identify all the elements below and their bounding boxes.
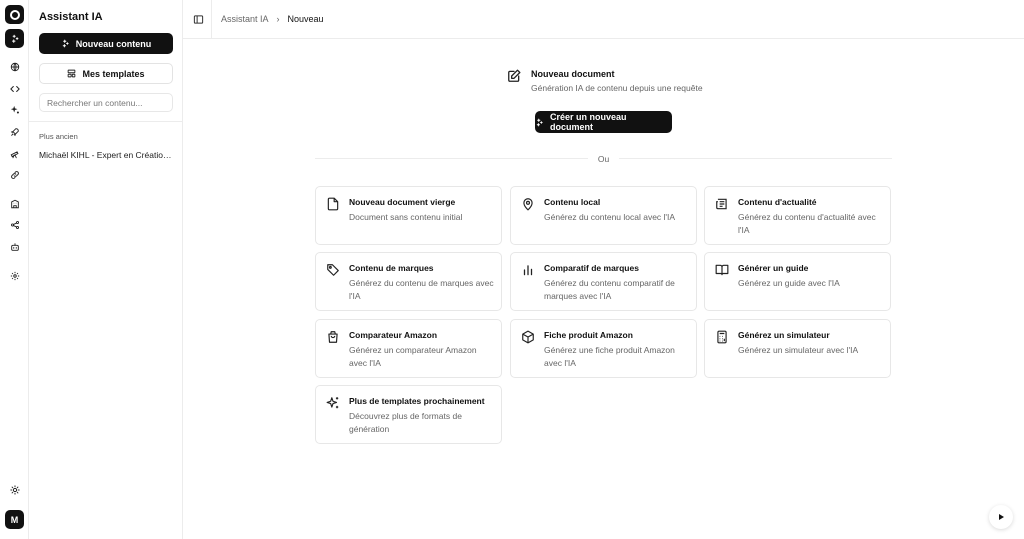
history-item[interactable]: Michaël KIHL - Expert en Création de con… <box>39 150 173 160</box>
hero-subtitle: Génération IA de contenu depuis une requ… <box>531 83 703 93</box>
sidebar-toggle-icon[interactable] <box>191 12 205 26</box>
header-divider <box>211 0 212 39</box>
card-description: Générez un guide avec l'IA <box>738 278 840 288</box>
card-description: Découvrez plus de formats de génération <box>349 411 462 434</box>
link-icon[interactable] <box>5 165 24 184</box>
shopping-bag-icon <box>326 330 340 344</box>
card-simulator[interactable]: Générez un simulateur Générez un simulat… <box>704 319 891 378</box>
bot-icon[interactable] <box>5 237 24 256</box>
card-brand-comparison[interactable]: Comparatif de marques Générez du contenu… <box>510 252 697 311</box>
building-icon[interactable] <box>5 194 24 213</box>
card-description: Générez du contenu d'actualité avec l'IA <box>738 212 876 235</box>
play-icon <box>999 514 1004 520</box>
card-local-content[interactable]: Contenu local Générez du contenu local a… <box>510 186 697 245</box>
templates-label: Mes templates <box>82 68 145 79</box>
card-title: Contenu d'actualité <box>738 197 817 207</box>
search-input[interactable] <box>39 93 173 112</box>
layout-template-icon <box>68 69 76 78</box>
card-description: Générez un comparateur Amazon avec l'IA <box>349 345 477 368</box>
card-title: Générez un simulateur <box>738 330 830 340</box>
card-title: Fiche produit Amazon <box>544 330 633 340</box>
card-description: Document sans contenu initial <box>349 212 463 222</box>
new-content-label: Nouveau contenu <box>75 38 152 49</box>
sidebar-divider <box>29 121 182 122</box>
breadcrumb-item-current: Nouveau <box>287 14 324 24</box>
icon-rail: M <box>0 0 29 539</box>
sparkles-icon <box>326 396 340 410</box>
sparkles-icon <box>62 39 69 48</box>
card-title: Générer un guide <box>738 263 809 273</box>
edit-icon <box>507 69 521 83</box>
card-guide[interactable]: Générer un guide Générez un guide avec l… <box>704 252 891 311</box>
card-title: Comparateur Amazon <box>349 330 438 340</box>
card-title: Contenu de marques <box>349 263 434 273</box>
rocket-icon[interactable] <box>5 122 24 141</box>
card-description: Générez une fiche produit Amazon avec l'… <box>544 345 675 368</box>
card-title: Plus de templates prochainement <box>349 396 485 406</box>
bar-chart-icon <box>521 263 535 277</box>
history-section-label: Plus ancien <box>39 132 78 141</box>
settings-icon[interactable] <box>5 266 24 285</box>
divider-left <box>315 158 588 159</box>
breadcrumb: Assistant IA › Nouveau <box>221 14 324 24</box>
breadcrumb-item-assistant[interactable]: Assistant IA <box>221 14 269 24</box>
divider-right <box>619 158 892 159</box>
card-brand-content[interactable]: Contenu de marques Générez du contenu de… <box>315 252 502 311</box>
calculator-icon <box>715 330 729 344</box>
sparkles-small-icon[interactable] <box>5 100 24 119</box>
create-document-button[interactable]: Créer un nouveau document <box>535 111 672 133</box>
hero-title: Nouveau document <box>531 69 615 79</box>
code-icon[interactable] <box>5 79 24 98</box>
avatar[interactable]: M <box>5 510 24 529</box>
card-title: Contenu local <box>544 197 601 207</box>
map-pin-icon <box>521 197 535 211</box>
sidebar: Assistant IA Nouveau contenu Mes templat… <box>29 0 183 539</box>
card-amazon-comparator[interactable]: Comparateur Amazon Générez un comparateu… <box>315 319 502 378</box>
tag-icon <box>326 263 340 277</box>
sparkles-icon[interactable] <box>5 29 24 48</box>
sparkles-icon <box>536 118 543 126</box>
globe-icon[interactable] <box>5 57 24 76</box>
book-open-icon <box>715 263 729 277</box>
templates-button[interactable]: Mes templates <box>39 63 173 84</box>
card-description: Générez du contenu local avec l'IA <box>544 212 676 222</box>
card-description: Générez du contenu comparatif de marques… <box>544 278 675 301</box>
card-description: Générez un simulateur avec l'IA <box>738 345 859 355</box>
newspaper-icon <box>715 197 729 211</box>
header: Assistant IA › Nouveau <box>183 0 1024 39</box>
share-icon[interactable] <box>5 215 24 234</box>
telescope-icon[interactable] <box>5 144 24 163</box>
card-news-content[interactable]: Contenu d'actualité Générez du contenu d… <box>704 186 891 245</box>
hero: Nouveau document Génération IA de conten… <box>507 68 747 98</box>
card-more-templates[interactable]: Plus de templates prochainement Découvre… <box>315 385 502 444</box>
logo-icon[interactable] <box>5 5 24 24</box>
play-button[interactable] <box>989 505 1013 529</box>
sidebar-title: Assistant IA <box>39 11 103 23</box>
package-icon <box>521 330 535 344</box>
chevron-right-icon: › <box>276 14 280 24</box>
sun-icon[interactable] <box>5 480 24 499</box>
card-title: Comparatif de marques <box>544 263 639 273</box>
card-description: Générez du contenu de marques avec l'IA <box>349 278 494 301</box>
card-title: Nouveau document vierge <box>349 197 456 207</box>
or-label: Ou <box>597 154 610 164</box>
file-icon <box>326 197 340 211</box>
card-blank-document[interactable]: Nouveau document vierge Document sans co… <box>315 186 502 245</box>
new-content-button[interactable]: Nouveau contenu <box>39 33 173 54</box>
create-document-label: Créer un nouveau document <box>550 112 627 132</box>
card-amazon-product[interactable]: Fiche produit Amazon Générez une fiche p… <box>510 319 697 378</box>
